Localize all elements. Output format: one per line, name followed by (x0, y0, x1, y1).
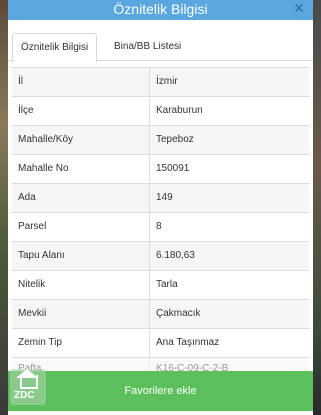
table-row: İlçe Karaburun (12, 97, 309, 126)
row-key: Nitelik (18, 279, 46, 290)
row-key: Tapu Alanı (18, 250, 65, 261)
logo-text: ZDC (14, 390, 35, 401)
row-value: 6.180,63 (149, 242, 195, 270)
close-icon[interactable]: ✕ (293, 1, 305, 15)
attribute-table: İl İzmir İlçe Karaburun Mahalle/Köy Tepe… (12, 67, 309, 381)
tab-building-list[interactable]: Bina/BB Listesi (106, 33, 189, 61)
table-row: Tapu Alanı 6.180,63 (12, 242, 309, 271)
house-icon (20, 375, 38, 389)
row-value: 150091 (149, 155, 189, 183)
row-value: İzmir (149, 68, 178, 96)
row-value: Ana Taşınmaz (149, 329, 219, 357)
row-key: Mahalle No (18, 163, 69, 174)
tab-attribute-info[interactable]: Öznitelik Bilgisi (12, 33, 98, 63)
table-row: Mevkii Çakmacık (12, 300, 309, 329)
row-key: Parsel (18, 221, 47, 232)
row-key: Mevkii (18, 308, 47, 319)
row-value: 149 (149, 184, 173, 212)
tab-bar: Öznitelik Bilgisi Bina/BB Listesi (8, 20, 313, 63)
row-value: Tepeboz (149, 126, 194, 154)
row-key: Ada (18, 192, 36, 203)
modal-header: Öznitelik Bilgisi ✕ (8, 0, 313, 20)
table-row: Zemin Tip Ana Taşınmaz (12, 329, 309, 358)
table-row: Parsel 8 (12, 213, 309, 242)
table-row: Nitelik Tarla (12, 271, 309, 300)
modal-title: Öznitelik Bilgisi (113, 1, 208, 17)
add-to-favorites-button[interactable]: Favorilere ekle (8, 371, 313, 411)
table-row: Ada 149 (12, 184, 309, 213)
table-row: Mahalle No 150091 (12, 155, 309, 184)
background-left-edge (0, 0, 8, 415)
row-key: İl (18, 76, 23, 87)
row-key: Mahalle/Köy (18, 134, 74, 145)
row-value: Çakmacık (149, 300, 200, 328)
row-value: 8 (149, 213, 162, 241)
row-value: Tarla (149, 271, 178, 299)
table-row: Mahalle/Köy Tepeboz (12, 126, 309, 155)
attribute-info-modal: Öznitelik Bilgisi ✕ Öznitelik Bilgisi Bi… (8, 0, 313, 415)
row-key: Zemin Tip (18, 337, 62, 348)
row-key: İlçe (18, 105, 34, 116)
row-value: Karaburun (149, 97, 203, 125)
zdc-logo: ZDC (10, 369, 46, 405)
background-right-edge (313, 0, 321, 415)
table-row: İl İzmir (12, 68, 309, 97)
